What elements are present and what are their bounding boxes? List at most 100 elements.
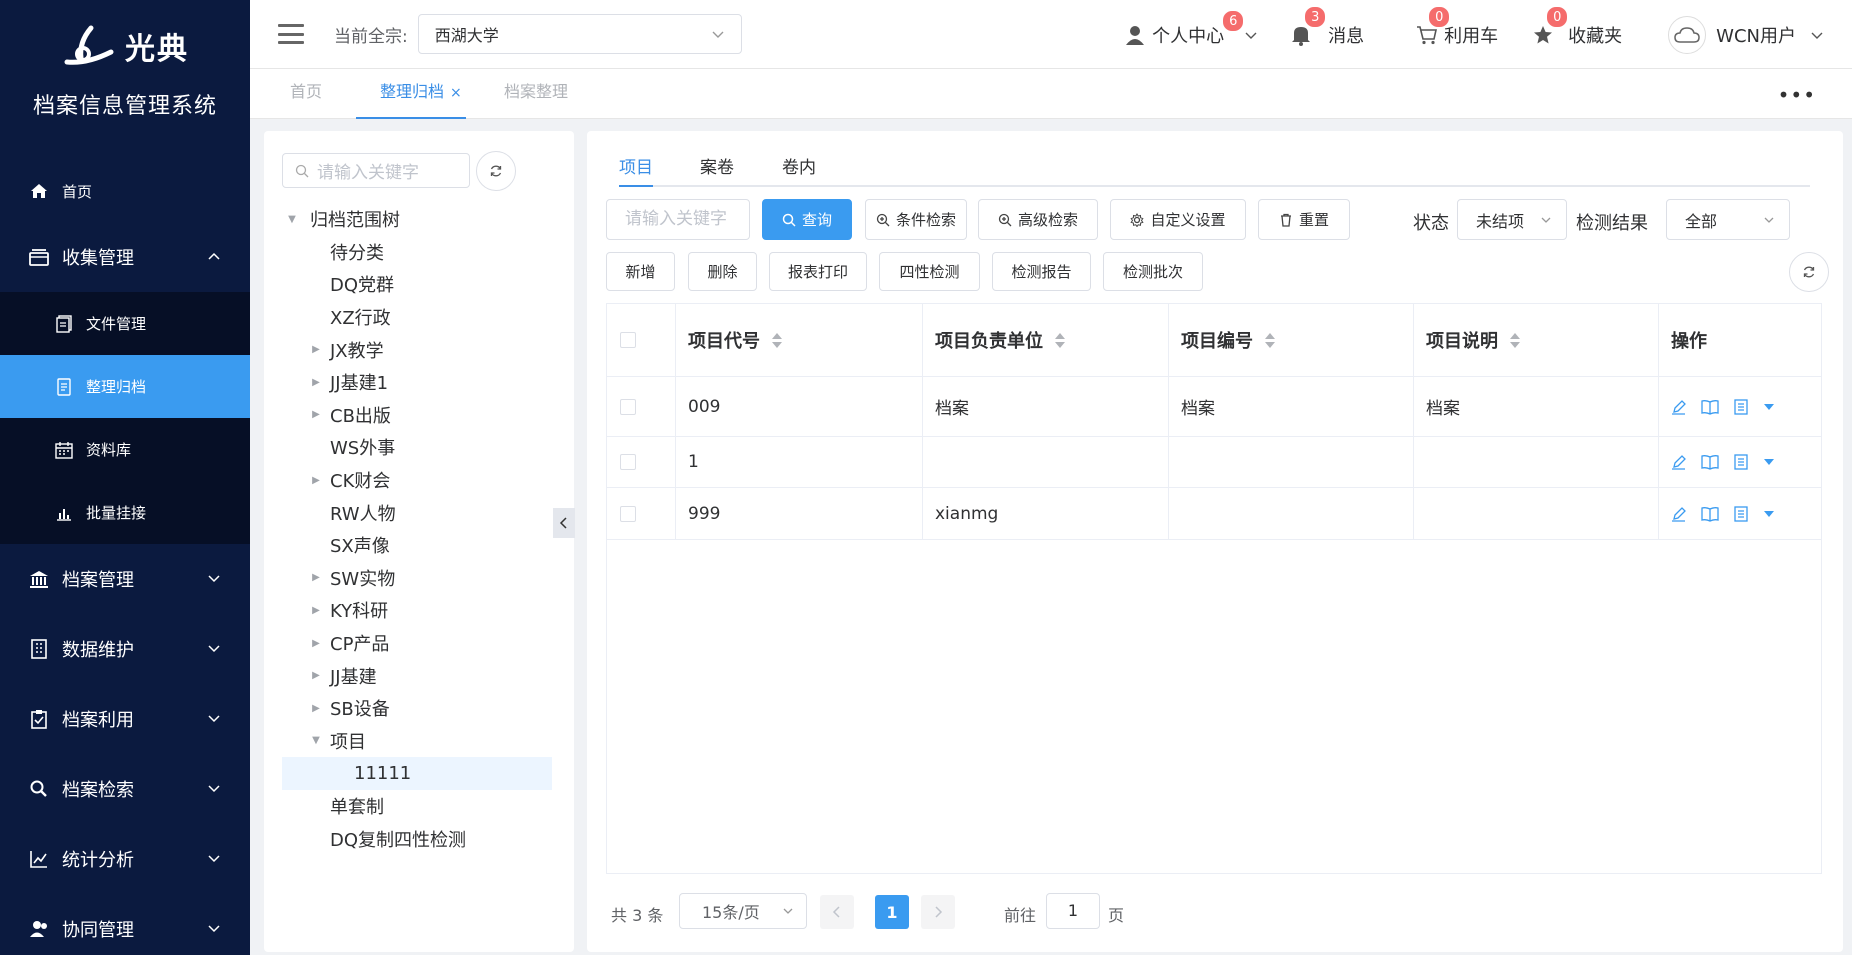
next-page-button[interactable] — [921, 895, 955, 929]
tree-node-selected[interactable]: 11111 — [282, 757, 552, 790]
prev-page-button[interactable] — [820, 895, 854, 929]
expand-arrow-icon[interactable]: ▼ — [284, 214, 300, 225]
edit-icon[interactable] — [1671, 399, 1687, 415]
collapse-panel-handle[interactable] — [553, 508, 575, 538]
four-property-check-button[interactable]: 四性检测 — [879, 252, 980, 291]
row-checkbox[interactable] — [620, 398, 636, 415]
sidebar-item-batch-attach[interactable]: 批量挂接 — [0, 481, 250, 544]
sidebar-item-home[interactable]: 首页 — [0, 160, 250, 222]
table-refresh-button[interactable] — [1789, 252, 1829, 292]
tab-project[interactable]: 项目 — [619, 153, 653, 178]
book-open-icon[interactable] — [1701, 454, 1719, 470]
table-row[interactable]: 1 — [607, 437, 1821, 488]
page-number-current[interactable]: 1 — [875, 895, 909, 929]
check-batch-button[interactable]: 检测批次 — [1103, 252, 1203, 291]
sidebar-item-archive-organize[interactable]: 整理归档 — [0, 355, 250, 418]
column-header-number[interactable]: 项目编号 — [1169, 304, 1414, 376]
tree-node[interactable]: ▶ SB设备 — [282, 692, 552, 725]
tree-refresh-button[interactable] — [476, 151, 516, 191]
fonds-select[interactable]: 西湖大学 — [417, 14, 742, 54]
keyword-input[interactable]: 请输入关键字 — [606, 199, 750, 240]
sort-icon[interactable] — [772, 332, 782, 348]
sidebar-item-archive-use[interactable]: 档案利用 — [0, 684, 250, 754]
tab-volume[interactable]: 案卷 — [700, 153, 734, 178]
sidebar-item-statistics[interactable]: 统计分析 — [0, 824, 250, 894]
row-checkbox[interactable] — [620, 454, 636, 470]
sort-icon[interactable] — [1055, 332, 1065, 348]
reset-button[interactable]: 重置 — [1258, 199, 1350, 240]
messages[interactable]: 消息 3 — [1290, 5, 1364, 48]
tree-node[interactable]: XZ行政 — [282, 301, 552, 334]
more-icon[interactable]: ••• — [1778, 83, 1816, 107]
page-size-select[interactable]: 15条/页 — [679, 893, 807, 929]
table-row[interactable]: 999 xianmg — [607, 488, 1821, 540]
tree-node[interactable]: ▶ CB出版 — [282, 399, 552, 432]
tree-search-input[interactable]: 请输入关键字 — [282, 153, 470, 188]
report-print-button[interactable]: 报表打印 — [769, 252, 867, 291]
tree-node[interactable]: DQ复制四性检测 — [282, 822, 552, 855]
book-open-icon[interactable] — [1701, 506, 1719, 522]
tree-node[interactable]: ▶ JJ基建1 — [282, 366, 552, 399]
tree-node[interactable]: WS外事 — [282, 431, 552, 464]
tree-node[interactable]: ▼ 归档范围树 — [282, 203, 552, 236]
caret-down-icon[interactable] — [1763, 456, 1775, 468]
expand-arrow-icon[interactable]: ▶ — [308, 703, 324, 714]
sidebar-item-collaboration[interactable]: 协同管理 — [0, 894, 250, 955]
tree-node[interactable]: 单套制 — [282, 790, 552, 823]
tab-archive-organize[interactable]: 整理归档 × — [356, 69, 466, 119]
tree-node[interactable]: ▶ JX教学 — [282, 333, 552, 366]
condition-search-button[interactable]: 条件检索 — [865, 199, 967, 240]
column-header-code[interactable]: 项目代号 — [676, 304, 923, 376]
tree-node[interactable]: ▶ KY科研 — [282, 594, 552, 627]
tree-node[interactable]: SX声像 — [282, 529, 552, 562]
select-all-checkbox[interactable] — [620, 332, 636, 348]
column-header-desc[interactable]: 项目说明 — [1414, 304, 1659, 376]
menu-toggle-icon[interactable] — [278, 24, 304, 44]
sidebar-item-archive-search[interactable]: 档案检索 — [0, 754, 250, 824]
expand-arrow-icon[interactable]: ▶ — [308, 409, 324, 420]
tree-node[interactable]: 待分类 — [282, 236, 552, 269]
expand-arrow-icon[interactable]: ▶ — [308, 638, 324, 649]
edit-icon[interactable] — [1671, 454, 1687, 470]
delete-button[interactable]: 删除 — [688, 252, 757, 291]
expand-arrow-icon[interactable]: ▶ — [308, 605, 324, 616]
usage-cart[interactable]: 利用车 0 — [1416, 5, 1498, 48]
sidebar-item-archive-mgmt[interactable]: 档案管理 — [0, 544, 250, 614]
tree-node[interactable]: ▶ JJ基建 — [282, 659, 552, 692]
status-select[interactable]: 未结项 — [1457, 199, 1567, 240]
caret-down-icon[interactable] — [1763, 401, 1775, 413]
document-list-icon[interactable] — [1733, 454, 1749, 470]
document-list-icon[interactable] — [1733, 505, 1749, 522]
tab-in-volume[interactable]: 卷内 — [782, 153, 816, 178]
row-checkbox[interactable] — [620, 505, 636, 522]
expand-arrow-icon[interactable]: ▼ — [308, 735, 324, 746]
tab-home[interactable]: 首页 — [290, 69, 322, 119]
advanced-search-button[interactable]: 高级检索 — [978, 199, 1098, 240]
add-button[interactable]: 新增 — [606, 252, 675, 291]
expand-arrow-icon[interactable]: ▶ — [308, 572, 324, 583]
sidebar-item-library[interactable]: 资料库 — [0, 418, 250, 481]
table-row[interactable]: 009 档案 档案 档案 — [607, 377, 1821, 437]
sort-icon[interactable] — [1510, 332, 1520, 348]
tab-archive-arrange[interactable]: 档案整理 — [504, 69, 568, 119]
column-header-unit[interactable]: 项目负责单位 — [923, 304, 1169, 376]
sidebar-item-file-mgmt[interactable]: 文件管理 — [0, 292, 250, 355]
book-open-icon[interactable] — [1701, 399, 1719, 415]
tree-node[interactable]: ▼ 项目 — [282, 725, 552, 758]
tree-node[interactable]: RW人物 — [282, 496, 552, 529]
expand-arrow-icon[interactable]: ▶ — [308, 670, 324, 681]
expand-arrow-icon[interactable]: ▶ — [308, 475, 324, 486]
user-menu[interactable]: WCN用户 — [1668, 15, 1824, 54]
close-icon[interactable]: × — [450, 85, 462, 101]
sidebar-item-collect[interactable]: 收集管理 — [0, 222, 250, 292]
tree-node[interactable]: DQ党群 — [282, 268, 552, 301]
check-result-select[interactable]: 全部 — [1666, 199, 1790, 240]
sidebar-item-data-maintain[interactable]: 数据维护 — [0, 614, 250, 684]
tree-node[interactable]: ▶ CP产品 — [282, 627, 552, 660]
sort-icon[interactable] — [1265, 332, 1275, 348]
goto-page-input[interactable]: 1 — [1046, 893, 1100, 929]
tree-node[interactable]: ▶ CK财会 — [282, 464, 552, 497]
expand-arrow-icon[interactable]: ▶ — [308, 344, 324, 355]
profile-center[interactable]: 个人中心 6 — [1124, 9, 1258, 48]
tree-node[interactable]: ▶ SW实物 — [282, 562, 552, 595]
